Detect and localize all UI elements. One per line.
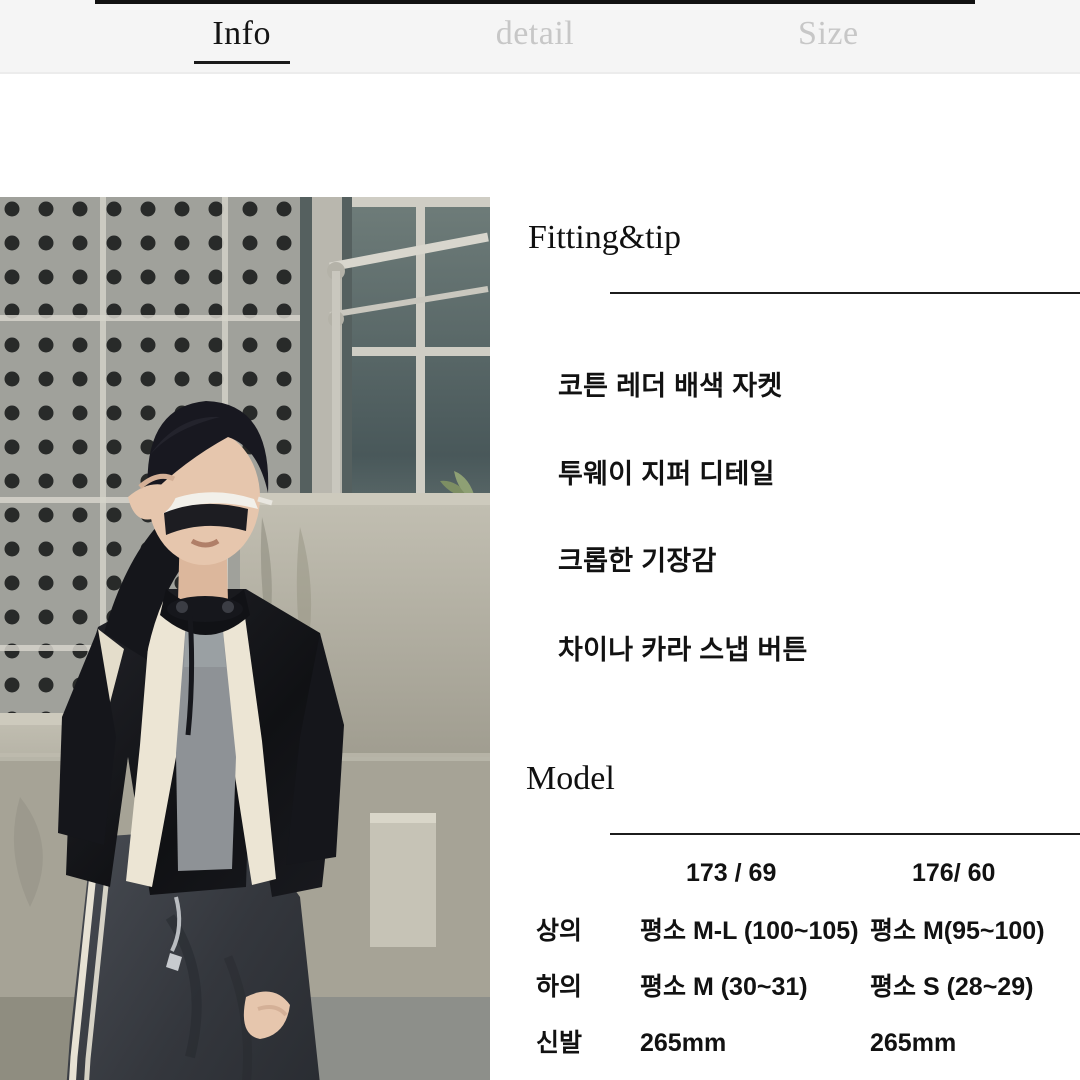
fitting-point: 차이나 카라 스냅 버튼 bbox=[558, 635, 808, 665]
row-label: 상의 bbox=[536, 917, 583, 945]
product-info-page: Info detail Size Fitting&tip 코튼 레더 배색 자켓… bbox=[0, 0, 1080, 1080]
row-value-model-b: 평소 S (28~29) bbox=[870, 973, 1034, 1001]
row-label: 신발 bbox=[536, 1029, 583, 1057]
fitting-tip-divider bbox=[610, 292, 1080, 294]
table-header-model-a: 173 / 69 bbox=[686, 859, 777, 887]
tab-detail[interactable]: detail bbox=[388, 4, 681, 74]
tab-info-active-underline bbox=[193, 61, 290, 64]
fitting-point: 코튼 레더 배색 자켓 bbox=[558, 371, 783, 401]
row-label: 하의 bbox=[536, 973, 583, 1001]
tab-info-label: Info bbox=[212, 15, 271, 52]
row-value-model-a: 평소 M-L (100~105) bbox=[640, 917, 859, 945]
info-content: Fitting&tip 코튼 레더 배색 자켓 투웨이 지퍼 디테일 크롭한 기… bbox=[490, 197, 1080, 1080]
fitting-tip-heading: Fitting&tip bbox=[528, 219, 682, 256]
tab-detail-label: detail bbox=[495, 15, 575, 52]
fitting-point: 크롭한 기장감 bbox=[558, 546, 717, 576]
fitting-point: 투웨이 지퍼 디테일 bbox=[558, 459, 775, 489]
model-divider bbox=[610, 833, 1080, 835]
tab-bar: Info detail Size bbox=[0, 0, 1080, 74]
tab-size[interactable]: Size bbox=[682, 4, 975, 74]
table-row: 하의 평소 M (30~31) 평소 S (28~29) bbox=[520, 959, 1080, 1015]
tab-info[interactable]: Info bbox=[95, 4, 388, 74]
table-row: 상의 평소 M-L (100~105) 평소 M(95~100) bbox=[520, 903, 1080, 959]
row-value-model-a: 265mm bbox=[640, 1029, 727, 1057]
table-row: 신발 265mm 265mm bbox=[520, 1015, 1080, 1071]
model-photo-illustration bbox=[0, 197, 490, 1080]
model-photo bbox=[0, 197, 490, 1080]
row-value-model-b: 265mm bbox=[870, 1029, 957, 1057]
table-header-row: 173 / 69 176/ 60 bbox=[520, 847, 1080, 903]
table-header-model-b: 176/ 60 bbox=[912, 859, 996, 887]
row-value-model-b: 평소 M(95~100) bbox=[870, 917, 1045, 945]
model-measurements-table: 173 / 69 176/ 60 상의 평소 M-L (100~105) 평소 … bbox=[520, 847, 1080, 1071]
tab-list: Info detail Size bbox=[95, 4, 975, 74]
model-heading: Model bbox=[526, 760, 615, 797]
row-value-model-a: 평소 M (30~31) bbox=[640, 973, 808, 1001]
tab-size-label: Size bbox=[798, 15, 859, 52]
